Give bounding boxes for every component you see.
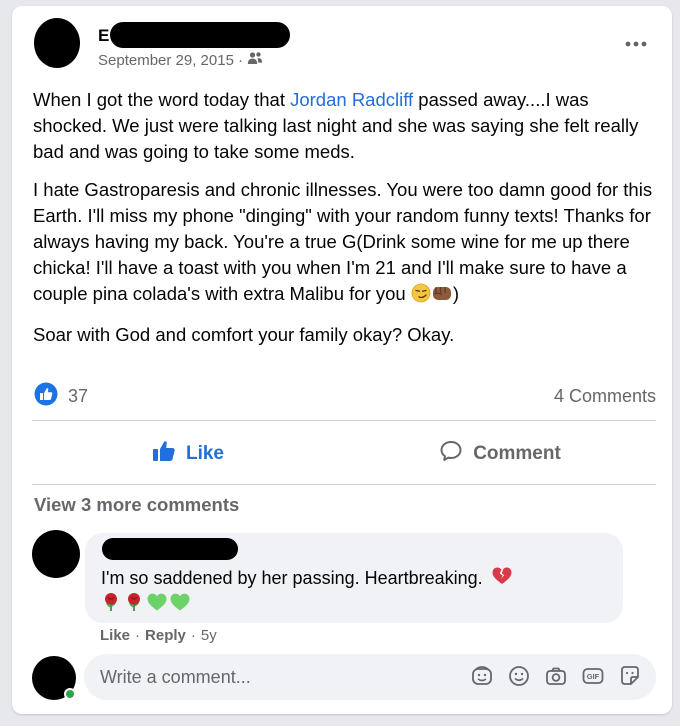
- post-paragraph-2: I hate Gastroparesis and chronic illness…: [33, 177, 663, 310]
- view-more-comments-link[interactable]: View 3 more comments: [34, 494, 239, 516]
- online-status-dot: [64, 688, 76, 700]
- author-name-redaction: [110, 22, 290, 48]
- comment-label: Comment: [473, 443, 561, 464]
- divider: [32, 420, 656, 421]
- friends-icon: [247, 51, 263, 69]
- reactions-summary: 37 4 Comments: [34, 381, 656, 411]
- mention-link[interactable]: Jordan Radcliff: [290, 89, 413, 110]
- avatar-sticker-icon[interactable]: [470, 664, 494, 688]
- like-count: 37: [68, 385, 89, 406]
- comment-bubble-icon: [439, 439, 463, 469]
- post-card: E September 29, 2015 · When I got the wo…: [12, 6, 672, 714]
- comment-button[interactable]: Comment: [344, 432, 656, 476]
- post-timestamp-row: September 29, 2015 ·: [98, 51, 263, 69]
- post-paragraph-3: Soar with God and comfort your family ok…: [33, 324, 455, 345]
- post-text: ): [452, 283, 460, 304]
- green-heart-emoji-icon: [169, 592, 191, 617]
- comment-text-row: I'm so saddened by her passing. Heartbre…: [101, 566, 513, 591]
- post-text: When I got the word today that: [33, 89, 291, 110]
- comment-like-link[interactable]: Like: [100, 627, 130, 644]
- rose-emoji-icon: [100, 592, 122, 617]
- more-dots-icon: [625, 41, 647, 47]
- date-separator: ·: [237, 51, 243, 69]
- reaction-count-group[interactable]: 37: [34, 382, 88, 411]
- like-label: Like: [185, 443, 225, 464]
- smirk-emoji-icon: [411, 283, 431, 310]
- rose-emoji-icon: [123, 592, 145, 617]
- author-name[interactable]: E: [98, 26, 109, 46]
- divider: [32, 484, 656, 485]
- comment-emoji-row: [100, 592, 191, 617]
- more-options-button[interactable]: [624, 36, 648, 47]
- post-paragraph-1: When I got the word today that Jordan Ra…: [33, 87, 663, 165]
- commenter-name-redaction: [102, 538, 238, 560]
- author-avatar[interactable]: [34, 18, 80, 68]
- post-text: I hate Gastroparesis and chronic illness…: [33, 179, 653, 304]
- comment-text: I'm so saddened by her passing. Heartbre…: [101, 568, 483, 588]
- sticker-icon[interactable]: [618, 664, 642, 688]
- like-button[interactable]: Like: [32, 432, 344, 476]
- commenter-avatar[interactable]: [32, 530, 80, 578]
- gif-icon[interactable]: GIF: [581, 664, 605, 688]
- emoji-icon[interactable]: [507, 664, 531, 688]
- meta-separator: ·: [190, 627, 196, 644]
- thumbs-up-icon: [152, 440, 176, 468]
- broken-heart-emoji-icon: [491, 566, 513, 591]
- post-body: When I got the word today that Jordan Ra…: [33, 87, 663, 360]
- meta-separator: ·: [135, 627, 141, 644]
- composer-icon-bar: GIF: [470, 664, 642, 688]
- post-date[interactable]: September 29, 2015: [98, 52, 234, 69]
- comment-reply-link[interactable]: Reply: [145, 627, 186, 644]
- comment-actions: Like · Reply · 5y: [100, 627, 217, 644]
- comments-count[interactable]: 4 Comments: [554, 386, 656, 407]
- comment-time[interactable]: 5y: [201, 627, 217, 644]
- camera-icon[interactable]: [544, 664, 568, 688]
- fist-emoji-icon: [431, 283, 453, 310]
- svg-text:GIF: GIF: [587, 672, 600, 681]
- like-reaction-icon: [34, 382, 58, 411]
- green-heart-emoji-icon: [146, 592, 168, 617]
